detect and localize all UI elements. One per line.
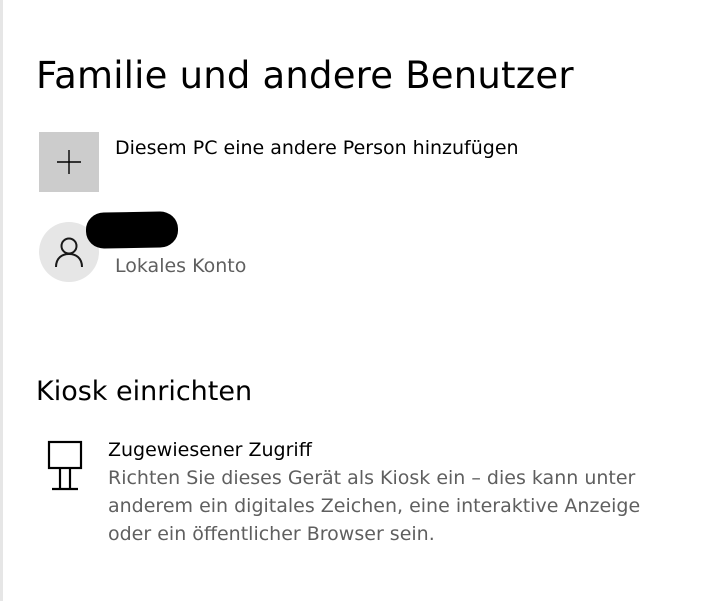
- kiosk-section-title: Kiosk einrichten: [36, 376, 253, 408]
- assigned-access-description: Richten Sie dieses Gerät als Kiosk ein –…: [108, 467, 641, 545]
- kiosk-icon: [47, 440, 83, 491]
- assigned-access-button[interactable]: Zugewiesener Zugriff Richten Sie dieses …: [46, 437, 686, 552]
- add-person-tile[interactable]: [39, 132, 99, 192]
- redaction-mark: [85, 211, 179, 249]
- add-other-person-label: Diesem PC eine andere Person hinzufügen: [115, 137, 519, 159]
- page-title: Familie und andere Benutzer: [36, 53, 574, 97]
- window-left-border: [0, 0, 3, 601]
- local-user-entry[interactable]: Lokales Konto: [39, 210, 519, 285]
- account-type-label: Lokales Konto: [115, 255, 247, 277]
- add-other-person-button[interactable]: Diesem PC eine andere Person hinzufügen: [39, 132, 519, 192]
- plus-icon: [57, 150, 81, 174]
- person-icon: [55, 237, 83, 268]
- assigned-access-title: Zugewiesener Zugriff: [108, 439, 312, 461]
